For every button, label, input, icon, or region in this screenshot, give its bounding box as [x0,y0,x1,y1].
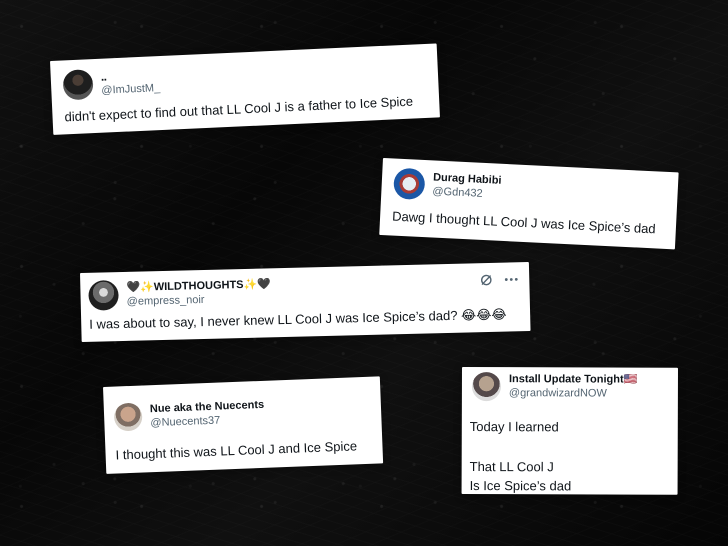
display-name[interactable]: Durag Habibi [433,171,502,186]
more-icon[interactable] [503,272,519,286]
post-card-5[interactable]: Install Update Tonight🇺🇸 @grandwizardNOW… [461,367,678,495]
author-meta: .. @ImJustM_ [100,68,160,97]
post-text: didn't expect to find out that LL Cool J… [64,93,414,125]
post-header: Durag Habibi @Gdn432 [393,167,502,204]
post-text: Dawg I thought LL Cool J was Ice Spice’s… [391,208,656,237]
post-text: I thought this was LL Cool J and Ice Spi… [115,438,358,463]
user-handle[interactable]: @Nuecents37 [150,413,265,429]
display-name[interactable]: .. [100,68,159,83]
post-text: Today I learned That LL Cool J Is Ice Sp… [469,419,572,494]
post-header: Nue aka the Nuecents @Nuecents37 [113,398,265,432]
author-meta: Durag Habibi @Gdn432 [432,171,502,200]
post-header: 🖤✨WILDTHOUGHTS✨🖤 @empress_noir [88,276,272,311]
post-card-3[interactable]: 🖤✨WILDTHOUGHTS✨🖤 @empress_noir I was abo… [80,262,531,342]
user-handle[interactable]: @Gdn432 [432,185,501,200]
post-header: .. @ImJustM_ [62,66,160,101]
post-header: Install Update Tonight🇺🇸 @grandwizardNOW [471,372,637,402]
user-avatar-icon[interactable] [113,402,143,432]
display-name[interactable]: 🖤✨WILDTHOUGHTS✨🖤 [126,278,271,294]
user-avatar-icon[interactable] [88,280,119,311]
user-avatar-icon[interactable] [62,69,94,101]
post-card-4[interactable]: Nue aka the Nuecents @Nuecents37 I thoug… [103,376,384,474]
user-handle[interactable]: @ImJustM_ [101,82,160,97]
user-avatar-icon[interactable] [471,372,501,402]
post-actions [479,272,519,287]
author-meta: Nue aka the Nuecents @Nuecents37 [150,398,265,429]
author-meta: Install Update Tonight🇺🇸 @grandwizardNOW [509,373,637,399]
author-meta: 🖤✨WILDTHOUGHTS✨🖤 @empress_noir [126,278,272,308]
display-name[interactable]: Nue aka the Nuecents [150,398,265,414]
user-handle[interactable]: @empress_noir [127,293,272,307]
post-text: I was about to say, I never knew LL Cool… [89,306,507,332]
grok-icon[interactable] [479,273,493,287]
user-avatar-icon[interactable] [393,167,426,201]
user-handle[interactable]: @grandwizardNOW [509,387,637,399]
display-name[interactable]: Install Update Tonight🇺🇸 [509,373,637,385]
post-card-2[interactable]: Durag Habibi @Gdn432 Dawg I thought LL C… [379,158,679,250]
